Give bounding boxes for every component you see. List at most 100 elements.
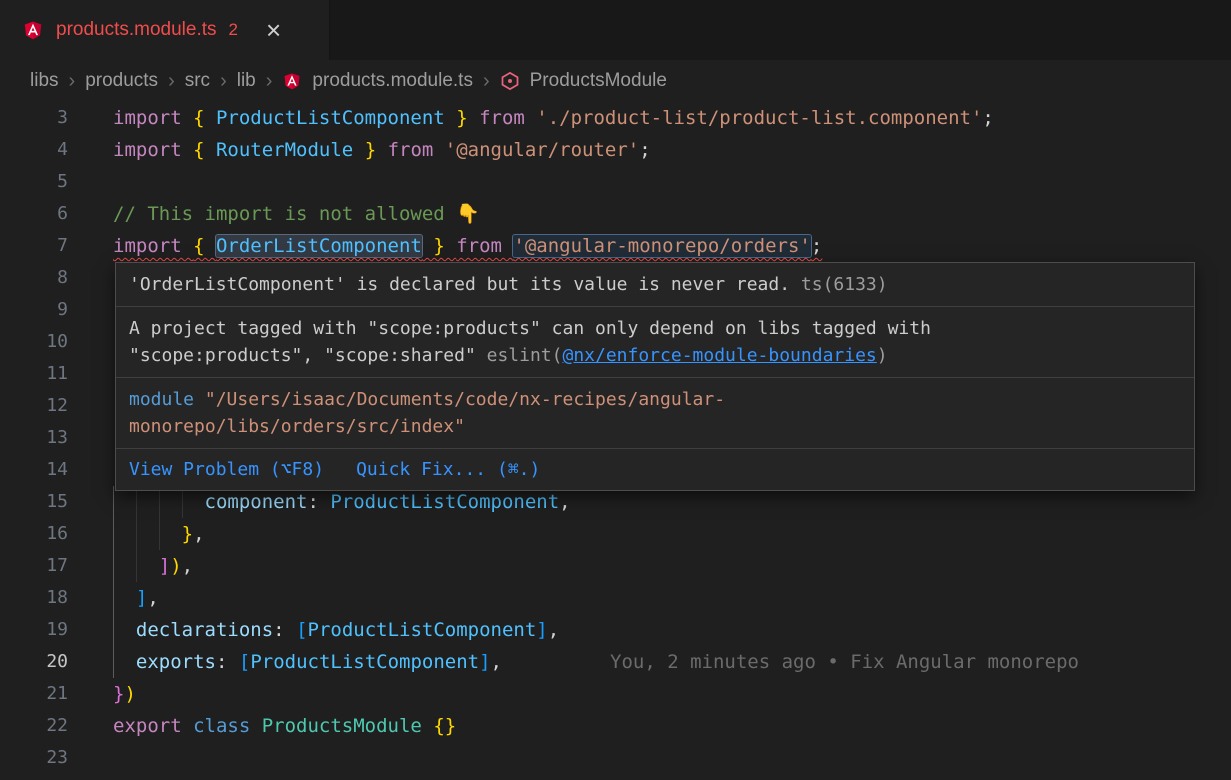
code-line-19[interactable]: declarations: [ProductListComponent], bbox=[113, 614, 1231, 646]
line-number-14: 14 bbox=[0, 454, 68, 486]
line-number-10: 10 bbox=[0, 326, 68, 358]
code-token: declarations bbox=[136, 619, 273, 641]
code-line-5[interactable] bbox=[113, 166, 1231, 198]
code-token: } bbox=[445, 107, 479, 129]
code-token: import bbox=[113, 235, 193, 257]
code-token: , bbox=[193, 523, 204, 545]
line-number-7: 7 bbox=[0, 230, 68, 262]
line-number-16: 16 bbox=[0, 518, 68, 550]
code-token: './product-list/product-list.component' bbox=[536, 107, 982, 129]
code-token: ] bbox=[159, 555, 170, 577]
code-token: : bbox=[273, 619, 296, 641]
eslint-message-line1: A project tagged with "scope:products" c… bbox=[129, 318, 931, 339]
code-token: // This import is not allowed bbox=[113, 203, 456, 225]
breadcrumb-item-libs[interactable]: libs bbox=[30, 70, 59, 92]
angular-file-icon bbox=[282, 70, 302, 92]
view-problem-link[interactable]: View Problem (⌥F8) bbox=[129, 456, 324, 483]
class-symbol-icon bbox=[500, 71, 520, 91]
code-token: '@angular-monorepo/orders' bbox=[513, 235, 810, 257]
hover-module-path: module "/Users/isaac/Documents/code/nx-r… bbox=[116, 378, 1194, 449]
code-token: import bbox=[113, 107, 193, 129]
line-number-12: 12 bbox=[0, 390, 68, 422]
line-number-11: 11 bbox=[0, 358, 68, 390]
tab-products-module[interactable]: products.module.ts 2 × bbox=[0, 0, 330, 60]
indent-guide bbox=[113, 518, 114, 550]
code-token: ] bbox=[479, 651, 490, 673]
code-token: { bbox=[193, 235, 216, 257]
code-line-18[interactable]: ], bbox=[113, 582, 1231, 614]
breadcrumb-item-symbol[interactable]: ProductsModule bbox=[530, 70, 667, 92]
indent-guide bbox=[159, 518, 160, 550]
editor: 34567891011121314151617181920212223 impo… bbox=[0, 102, 1231, 780]
vscode-window: products.module.ts 2 × libs › products ›… bbox=[0, 0, 1231, 780]
code-token: from bbox=[388, 139, 445, 161]
git-blame-annotation: You, 2 minutes ago • Fix Angular monorep… bbox=[610, 651, 1079, 673]
code-line-4[interactable]: import { RouterModule } from '@angular/r… bbox=[113, 134, 1231, 166]
code-token: export bbox=[113, 715, 193, 737]
code-token: '@angular/router' bbox=[445, 139, 639, 161]
line-number-9: 9 bbox=[0, 294, 68, 326]
breadcrumb-item-lib[interactable]: lib bbox=[237, 70, 256, 92]
code-line-21[interactable]: }) bbox=[113, 678, 1231, 710]
code-token: , bbox=[182, 555, 193, 577]
chevron-right-icon: › bbox=[483, 70, 490, 93]
eslint-rule-link[interactable]: @nx/enforce-module-boundaries bbox=[562, 345, 876, 366]
eslint-message-line2: "scope:products", "scope:shared" bbox=[129, 345, 476, 366]
code-token: } bbox=[182, 523, 193, 545]
eslint-source-suffix: ) bbox=[877, 345, 888, 366]
breadcrumb-item-products[interactable]: products bbox=[85, 70, 158, 92]
close-icon[interactable]: × bbox=[266, 17, 281, 43]
line-number-23: 23 bbox=[0, 742, 68, 774]
code-token: { bbox=[193, 139, 216, 161]
code-token: { bbox=[193, 107, 216, 129]
code-token: 👇 bbox=[456, 203, 480, 225]
code-token: , bbox=[559, 491, 570, 513]
chevron-right-icon: › bbox=[69, 70, 76, 93]
gutter: 34567891011121314151617181920212223 bbox=[0, 102, 68, 780]
angular-icon bbox=[22, 18, 44, 42]
code-line-17[interactable]: ]), bbox=[113, 550, 1231, 582]
code-token: ] bbox=[136, 587, 147, 609]
code-token: , bbox=[147, 587, 158, 609]
module-path-line2: monorepo/libs/orders/src/index" bbox=[129, 416, 465, 437]
indent-guide bbox=[113, 582, 114, 614]
chevron-right-icon: › bbox=[220, 70, 227, 93]
code-line-23[interactable] bbox=[113, 742, 1231, 774]
code-token: ] bbox=[536, 619, 547, 641]
indent-guide bbox=[113, 486, 114, 518]
code-line-7[interactable]: import { OrderListComponent } from '@ang… bbox=[113, 230, 1231, 262]
code-token: import bbox=[113, 139, 193, 161]
code-line-20[interactable]: exports: [ProductListComponent],You, 2 m… bbox=[113, 646, 1231, 678]
code-line-16[interactable]: }, bbox=[113, 518, 1231, 550]
module-keyword: module bbox=[129, 389, 194, 410]
code-token: RouterModule bbox=[216, 139, 353, 161]
code-token bbox=[113, 587, 136, 609]
breadcrumb-item-src[interactable]: src bbox=[185, 70, 210, 92]
code-token: ProductListComponent bbox=[250, 651, 479, 673]
code-line-22[interactable]: export class ProductsModule {} bbox=[113, 710, 1231, 742]
quick-fix-link[interactable]: Quick Fix... (⌘.) bbox=[356, 456, 540, 483]
code-token: ProductListComponent bbox=[216, 107, 445, 129]
code-line-6[interactable]: // This import is not allowed 👇 bbox=[113, 198, 1231, 230]
breadcrumb: libs › products › src › lib › products.m… bbox=[0, 60, 1231, 102]
code-token: ; bbox=[639, 139, 650, 161]
code-line-3[interactable]: import { ProductListComponent } from './… bbox=[113, 102, 1231, 134]
line-number-18: 18 bbox=[0, 582, 68, 614]
code-token: } bbox=[113, 683, 124, 705]
indent-guide bbox=[113, 646, 114, 678]
indent-guide bbox=[113, 550, 114, 582]
code-token: [ bbox=[296, 619, 307, 641]
code-token: , bbox=[491, 651, 502, 673]
code-token: : bbox=[216, 651, 239, 673]
code-token: } bbox=[353, 139, 387, 161]
hover-eslint-diagnostic: A project tagged with "scope:products" c… bbox=[116, 307, 1194, 378]
code-token bbox=[113, 523, 182, 545]
code-token: exports bbox=[136, 651, 216, 673]
code-token: class bbox=[193, 715, 262, 737]
line-number-17: 17 bbox=[0, 550, 68, 582]
code-token: : bbox=[307, 491, 330, 513]
code-token bbox=[113, 619, 136, 641]
breadcrumb-item-filename[interactable]: products.module.ts bbox=[312, 70, 473, 92]
eslint-source-prefix: eslint( bbox=[476, 345, 563, 366]
line-number-20: 20 bbox=[0, 646, 68, 678]
